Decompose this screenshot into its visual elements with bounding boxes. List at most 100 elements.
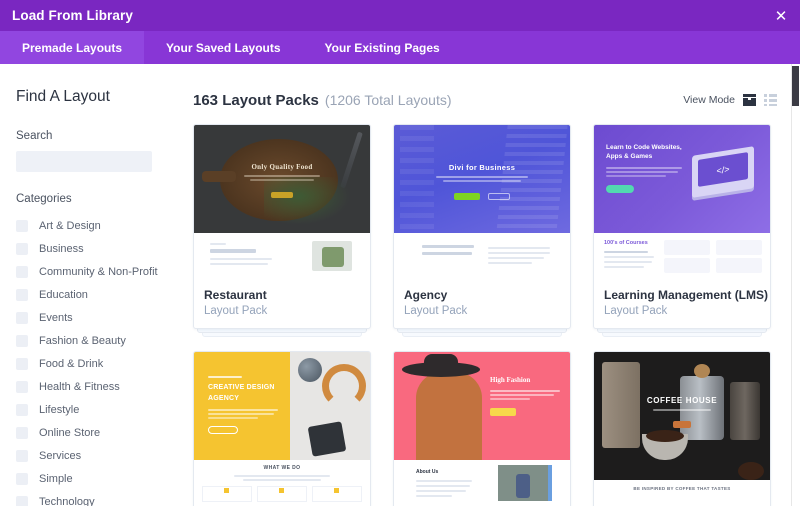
checkbox-icon[interactable]	[16, 403, 28, 416]
card-thumbnail: CREATIVE DESIGN AGENCY	[194, 352, 370, 461]
checkbox-icon[interactable]	[16, 219, 28, 232]
category-item-education[interactable]: Education	[16, 283, 185, 306]
search-label: Search	[16, 130, 53, 142]
checkbox-icon[interactable]	[16, 288, 28, 301]
category-label: Business	[39, 242, 84, 255]
filter-sidebar: Find A Layout Search Categories Art & De…	[0, 64, 185, 506]
layout-pack-card-learning-management[interactable]: </> Learn to Code Websites, Apps & Games	[593, 124, 771, 338]
card-subtitle: Layout Pack	[204, 305, 268, 318]
category-item-fashion-beauty[interactable]: Fashion & Beauty	[16, 329, 185, 352]
category-item-simple[interactable]: Simple	[16, 467, 185, 490]
card-meta: Restaurant Layout Pack	[194, 279, 370, 328]
thumb-heading: High Fashion	[490, 376, 531, 385]
thumb-sub-heading: BE INSPIRED BY COFFEE THAT TASTES	[633, 486, 731, 492]
category-item-art-design[interactable]: Art & Design	[16, 214, 185, 237]
card-thumbnail: Only Quality Food	[194, 125, 370, 233]
sidebar-title: Find A Layout	[16, 88, 110, 105]
modal-titlebar: Load From Library ✕	[0, 0, 800, 31]
card-thumbnail: COFFEE HOUSE	[594, 352, 770, 461]
card-thumbnail-lower: BE INSPIRED BY COFFEE THAT TASTES	[594, 460, 770, 506]
layout-pack-card-design-agency[interactable]: CREATIVE DESIGN AGENCY WHAT WE DO	[193, 351, 371, 506]
category-label: Online Store	[39, 426, 101, 439]
tab-premade-layouts[interactable]: Premade Layouts	[0, 31, 145, 64]
layout-results: 163 Layout Packs (1206 Total Layouts) Vi…	[185, 64, 791, 506]
view-mode-controls: View Mode	[683, 94, 777, 106]
category-label: Lifestyle	[39, 403, 80, 416]
thumb-sub-heading: WHAT WE DO	[263, 465, 301, 472]
category-label: Technology	[39, 495, 95, 506]
grid-view-icon[interactable]	[743, 94, 756, 106]
category-item-technology[interactable]: Technology	[16, 490, 185, 506]
checkbox-icon[interactable]	[16, 449, 28, 462]
category-label: Education	[39, 288, 88, 301]
layout-pack-card-coffee-shop[interactable]: COFFEE HOUSE BE INSPIRED BY COFFEE THAT …	[593, 351, 771, 506]
modal-body: Find A Layout Search Categories Art & De…	[0, 64, 791, 506]
results-count: 163 Layout Packs	[193, 91, 319, 109]
card-title: Learning Management (LMS)	[604, 288, 769, 302]
tab-bar: Premade Layouts Your Saved Layouts Your …	[0, 31, 800, 64]
card-subtitle: Layout Pack	[604, 305, 668, 318]
category-label: Fashion & Beauty	[39, 334, 126, 347]
list-view-icon[interactable]	[764, 94, 777, 106]
thumb-heading: Divi for Business	[448, 163, 516, 172]
modal-title: Load From Library	[12, 8, 133, 23]
category-item-health-fitness[interactable]: Health & Fitness	[16, 375, 185, 398]
checkbox-icon[interactable]	[16, 311, 28, 324]
checkbox-icon[interactable]	[16, 265, 28, 278]
thumb-heading: CREATIVE DESIGN AGENCY	[208, 384, 275, 402]
layout-pack-grid: Only Quality Food Restaurant Layout Pack…	[185, 111, 791, 506]
results-total: (1206 Total Layouts)	[324, 92, 452, 108]
tab-your-existing-pages[interactable]: Your Existing Pages	[303, 31, 462, 64]
card-thumbnail-lower: About Us	[394, 460, 570, 506]
search-input[interactable]	[16, 151, 152, 172]
card-thumbnail-lower: 100's of Courses	[594, 233, 770, 279]
layout-pack-card-fashion[interactable]: High Fashion About Us	[393, 351, 571, 506]
category-label: Food & Drink	[39, 357, 104, 370]
card-meta: Agency Layout Pack	[394, 279, 570, 328]
layout-pack-card-agency[interactable]: Divi for Business Agency Layout Pack	[393, 124, 571, 338]
checkbox-icon[interactable]	[16, 357, 28, 370]
card-title: Restaurant	[204, 288, 267, 302]
tab-your-saved-layouts[interactable]: Your Saved Layouts	[144, 31, 302, 64]
thumb-heading: COFFEE HOUSE	[646, 396, 718, 406]
categories-label: Categories	[16, 193, 72, 205]
card-thumbnail: </> Learn to Code Websites, Apps & Games	[594, 125, 770, 233]
category-item-services[interactable]: Services	[16, 444, 185, 467]
category-list: Art & Design Business Community & Non-Pr…	[16, 214, 185, 506]
card-thumbnail-lower	[194, 233, 370, 279]
checkbox-icon[interactable]	[16, 495, 28, 506]
load-from-library-modal: Load From Library ✕ Premade Layouts Your…	[0, 0, 800, 506]
card-thumbnail: Divi for Business	[394, 125, 570, 233]
checkbox-icon[interactable]	[16, 380, 28, 393]
card-thumbnail-lower: WHAT WE DO	[194, 460, 370, 506]
category-label: Health & Fitness	[39, 380, 120, 393]
card-subtitle: Layout Pack	[404, 305, 468, 318]
thumb-sub-heading: About Us	[416, 469, 439, 476]
category-item-lifestyle[interactable]: Lifestyle	[16, 398, 185, 421]
view-mode-label: View Mode	[683, 94, 735, 106]
category-item-events[interactable]: Events	[16, 306, 185, 329]
category-item-community-non-profit[interactable]: Community & Non-Profit	[16, 260, 185, 283]
category-label: Events	[39, 311, 73, 324]
card-thumbnail: High Fashion	[394, 352, 570, 461]
thumb-sub-heading: 100's of Courses	[604, 240, 648, 246]
content-scrollbar-thumb[interactable]	[792, 66, 799, 106]
category-item-online-store[interactable]: Online Store	[16, 421, 185, 444]
category-item-food-drink[interactable]: Food & Drink	[16, 352, 185, 375]
thumb-heading: Learn to Code Websites, Apps & Games	[606, 144, 682, 161]
checkbox-icon[interactable]	[16, 426, 28, 439]
card-meta: Learning Management (LMS) Layout Pack	[594, 279, 770, 328]
category-label: Services	[39, 449, 82, 462]
checkbox-icon[interactable]	[16, 334, 28, 347]
category-label: Simple	[39, 472, 73, 485]
category-label: Art & Design	[39, 219, 101, 232]
content-scrollbar-track[interactable]	[791, 64, 800, 506]
category-item-business[interactable]: Business	[16, 237, 185, 260]
checkbox-icon[interactable]	[16, 242, 28, 255]
checkbox-icon[interactable]	[16, 472, 28, 485]
card-title: Agency	[404, 288, 448, 302]
close-icon[interactable]: ✕	[772, 7, 790, 25]
layout-pack-card-restaurant[interactable]: Only Quality Food Restaurant Layout Pack	[193, 124, 371, 338]
card-thumbnail-lower	[394, 233, 570, 279]
category-label: Community & Non-Profit	[39, 265, 158, 278]
